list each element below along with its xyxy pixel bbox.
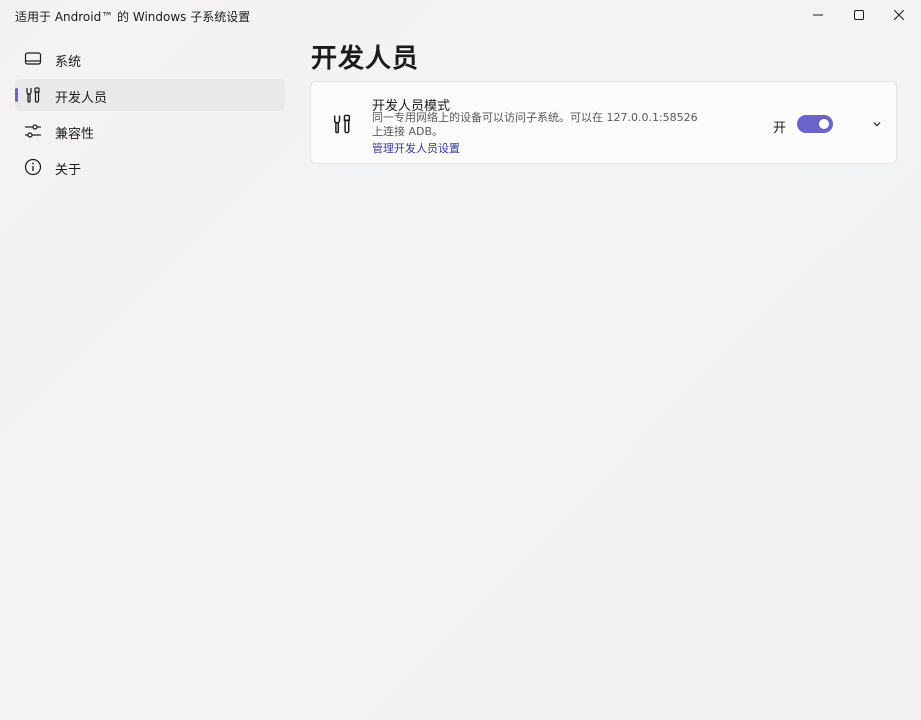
settings-window: 适用于 Android™ 的 Windows 子系统设置 系统 开发人员 兼容性… — [0, 0, 921, 720]
window-title: 适用于 Android™ 的 Windows 子系统设置 — [15, 10, 251, 24]
sidebar-item-system[interactable]: 系统 — [15, 43, 285, 75]
developer-tools-icon — [26, 87, 40, 103]
sidebar-item-developer[interactable]: 开发人员 — [15, 79, 285, 111]
sidebar-item-about[interactable]: 关于 — [15, 151, 285, 183]
minimize-button[interactable] — [795, 0, 841, 30]
sidebar-item-label: 兼容性 — [55, 127, 95, 142]
selection-indicator — [15, 88, 18, 102]
expand-button[interactable] — [867, 115, 887, 133]
chevron-down-icon — [873, 122, 881, 127]
manage-developer-settings-link[interactable]: 管理开发人员设置 — [372, 140, 460, 156]
developer-tools-icon — [333, 114, 351, 134]
maximize-icon — [854, 10, 864, 20]
sidebar-item-label: 关于 — [55, 163, 82, 178]
toggle-knob — [819, 119, 829, 129]
title-bar: 适用于 Android™ 的 Windows 子系统设置 — [0, 0, 921, 30]
developer-mode-card: 开发人员模式 同一专用网络上的设备可以访问子系统。可以在 127.0.0.1:5… — [310, 81, 897, 164]
developer-mode-description: 同一专用网络上的设备可以访问子系统。可以在 127.0.0.1:58526 上连… — [372, 111, 698, 138]
info-icon — [24, 158, 42, 176]
minimize-icon — [813, 14, 823, 16]
sliders-icon — [25, 124, 41, 138]
close-button[interactable] — [876, 0, 921, 30]
close-icon — [894, 10, 904, 20]
page-title: 开发人员 — [311, 44, 420, 74]
developer-mode-toggle[interactable] — [797, 115, 833, 133]
sidebar-item-label: 系统 — [55, 55, 82, 70]
toggle-state-label: 开 — [773, 121, 787, 136]
sidebar-item-compatibility[interactable]: 兼容性 — [15, 115, 285, 147]
display-icon — [24, 52, 42, 65]
sidebar-item-label: 开发人员 — [55, 91, 108, 106]
